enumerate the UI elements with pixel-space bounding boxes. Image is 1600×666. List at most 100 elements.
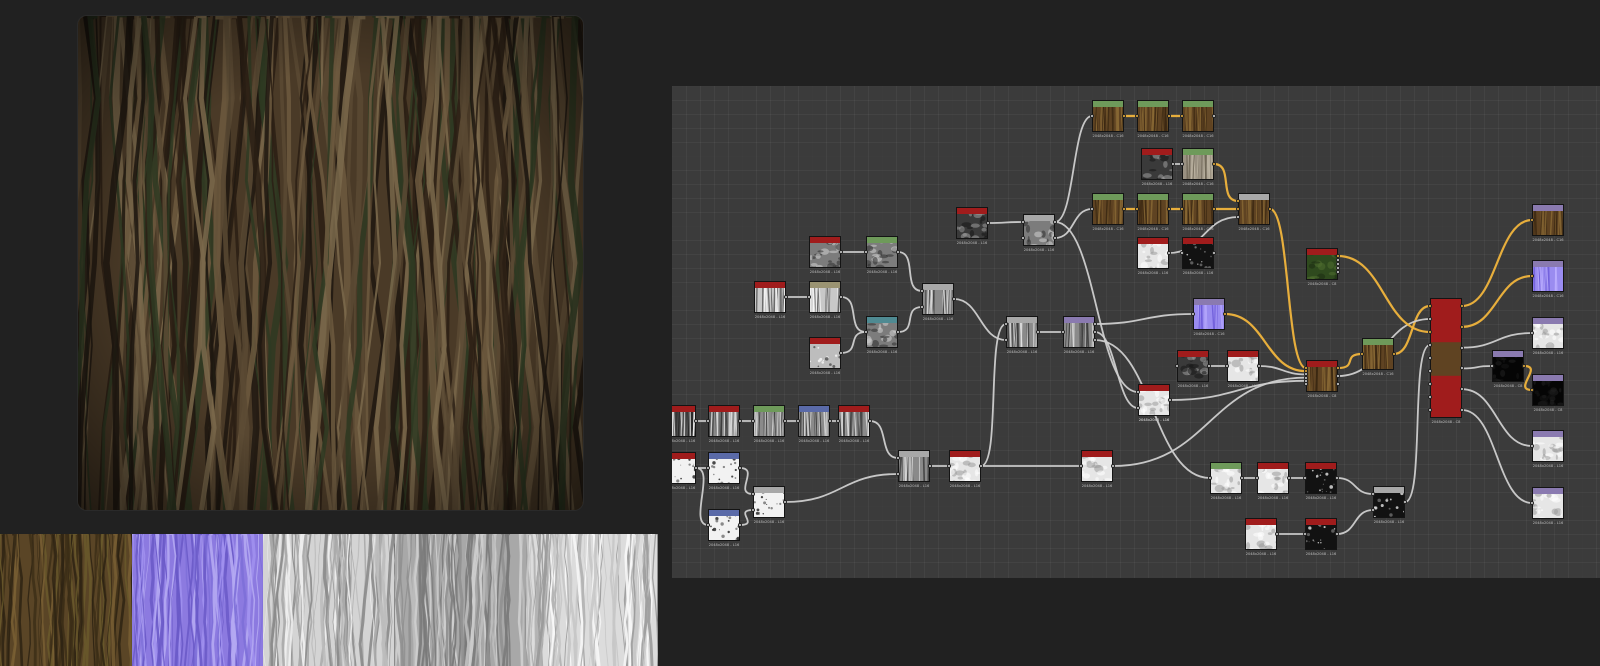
input-port[interactable]: [1180, 114, 1184, 118]
output-port[interactable]: [738, 419, 742, 423]
output-port[interactable]: [1207, 364, 1211, 368]
graph-node-37[interactable]: 2048x2048 - L16: [1175, 350, 1211, 388]
input-port[interactable]: [1428, 369, 1432, 373]
graph-node-39[interactable]: 2048x2048 - L16: [1136, 384, 1172, 422]
graph-node-16[interactable]: 2048x2048 - L16: [896, 450, 932, 488]
output-port[interactable]: [694, 466, 698, 470]
height-map-swatch[interactable]: [394, 534, 527, 666]
graph-node-34[interactable]: 2048x2048 - L16: [1180, 237, 1216, 275]
output-port[interactable]: [1168, 398, 1172, 402]
input-port[interactable]: [1225, 364, 1229, 368]
input-port[interactable]: [1428, 304, 1432, 308]
output-port[interactable]: [868, 419, 872, 423]
input-port[interactable]: [1530, 444, 1534, 448]
graph-node-4[interactable]: 2048x2048 - L16: [836, 405, 872, 443]
input-port[interactable]: [864, 330, 868, 334]
connection-wire[interactable]: [1461, 409, 1533, 504]
graph-node-21[interactable]: 2048x2048 - L16: [1061, 316, 1097, 354]
graph-node-54[interactable]: 2048x2048 - L16: [1530, 430, 1564, 468]
input-port[interactable]: [1135, 207, 1139, 211]
graph-node-55[interactable]: 2048x2048 - L16: [1530, 487, 1564, 525]
graph-node-18[interactable]: 2048x2048 - L16: [956, 207, 990, 245]
graph-node-11[interactable]: 2048x2048 - L16: [809, 236, 843, 274]
output-port[interactable]: [1036, 330, 1040, 334]
output-port[interactable]: [839, 351, 843, 355]
input-port[interactable]: [751, 419, 755, 423]
output-port[interactable]: [1122, 207, 1126, 211]
input-port[interactable]: [1061, 330, 1065, 334]
output-port[interactable]: [1257, 364, 1261, 368]
basecolor-map-swatch[interactable]: [0, 534, 132, 666]
output-port[interactable]: [1111, 464, 1115, 468]
input-port[interactable]: [1428, 317, 1432, 321]
graph-node-46[interactable]: 2048x2048 - L16: [1245, 518, 1279, 556]
graph-node-43[interactable]: 2048x2048 - L16: [1255, 462, 1291, 500]
graph-node-45[interactable]: 2048x2048 - L16: [1371, 486, 1407, 524]
graph-node-24[interactable]: 2048x2048 - C16: [1090, 100, 1126, 138]
connection-wire[interactable]: [1336, 477, 1374, 495]
input-port[interactable]: [1490, 364, 1494, 368]
input-port[interactable]: [1175, 364, 1179, 368]
graph-node-32[interactable]: 2048x2048 - C16: [1236, 193, 1272, 231]
output-port[interactable]: [1053, 220, 1057, 224]
input-port[interactable]: [1004, 338, 1008, 342]
input-port[interactable]: [1208, 476, 1212, 480]
output-port[interactable]: [738, 466, 742, 470]
connection-wire[interactable]: [739, 467, 754, 495]
graph-node-15[interactable]: 2048x2048 - L16: [920, 283, 956, 321]
graph-node-6[interactable]: 2048x2048 - L16: [706, 452, 742, 490]
graph-node-25[interactable]: 2048x2048 - C16: [1135, 100, 1171, 138]
output-port[interactable]: [1167, 251, 1171, 255]
graph-node-13[interactable]: 2048x2048 - L16: [864, 316, 900, 354]
graph-node-10[interactable]: 2048x2048 - L16: [807, 281, 843, 319]
connection-wire[interactable]: [784, 473, 899, 503]
connection-wire[interactable]: [1337, 352, 1363, 370]
input-port[interactable]: [896, 472, 900, 476]
output-port[interactable]: [896, 250, 900, 254]
graph-node-29[interactable]: 2048x2048 - C16: [1090, 193, 1126, 231]
output-port[interactable]: [952, 297, 956, 301]
output-port[interactable]: [1223, 312, 1227, 316]
output-port[interactable]: [1240, 476, 1244, 480]
input-port[interactable]: [1428, 330, 1432, 334]
input-port[interactable]: [1530, 501, 1534, 505]
graph-node-44[interactable]: 2048x2048 - L16: [1303, 462, 1339, 500]
input-port[interactable]: [1079, 464, 1083, 468]
graph-node-40[interactable]: 2048x2048 - C8: [1304, 360, 1340, 398]
graph-node-19[interactable]: 2048x2048 - L16: [1021, 214, 1057, 252]
graph-node-1[interactable]: 2048x2048 - L16: [706, 405, 742, 443]
output-port[interactable]: [1167, 207, 1171, 211]
graph-node-51[interactable]: 2048x2048 - C16: [1530, 260, 1564, 298]
graph-node-14[interactable]: 2048x2048 - L16: [809, 337, 843, 375]
input-port[interactable]: [1530, 388, 1534, 392]
input-port[interactable]: [1090, 207, 1094, 211]
output-port[interactable]: [1460, 304, 1464, 308]
input-port[interactable]: [1021, 236, 1025, 240]
roughness-map-swatch[interactable]: [263, 534, 395, 666]
graph-node-3[interactable]: 2048x2048 - L16: [796, 405, 832, 443]
connection-wire[interactable]: [1269, 207, 1307, 370]
graph-node-27[interactable]: 2048x2048 - L16: [1141, 148, 1175, 186]
graph-node-17[interactable]: 2048x2048 - L16: [947, 450, 983, 488]
input-port[interactable]: [1360, 352, 1364, 356]
input-port[interactable]: [1255, 476, 1259, 480]
graph-node-0[interactable]: 2048x2048 - L16: [672, 405, 698, 443]
input-port[interactable]: [1303, 476, 1307, 480]
output-port[interactable]: [986, 221, 990, 225]
input-port[interactable]: [1136, 406, 1140, 410]
input-port[interactable]: [920, 305, 924, 309]
output-port[interactable]: [1093, 330, 1097, 334]
material-preview-viewport[interactable]: [78, 16, 583, 510]
graph-node-7[interactable]: 2048x2048 - L16: [706, 509, 742, 547]
graph-node-28[interactable]: 2048x2048 - C16: [1180, 148, 1216, 186]
graph-node-35[interactable]: 2048x2048 - C8: [1306, 248, 1340, 286]
output-port[interactable]: [1392, 352, 1396, 356]
input-port[interactable]: [1236, 199, 1240, 203]
output-port[interactable]: [1336, 374, 1340, 378]
graph-node-9[interactable]: 2048x2048 - L16: [754, 281, 788, 319]
output-port[interactable]: [694, 419, 698, 423]
output-port[interactable]: [783, 419, 787, 423]
output-port[interactable]: [1093, 322, 1097, 326]
connection-wire[interactable]: [1094, 313, 1194, 325]
output-port[interactable]: [1336, 366, 1340, 370]
